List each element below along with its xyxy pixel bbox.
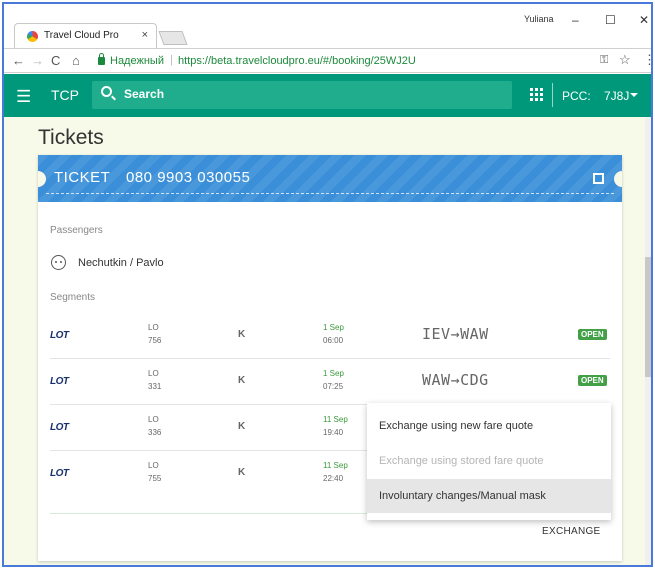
segment-row: LOT LO 331 K 1 Sep 07:25 WAW→CDG OPEN [50,359,610,405]
menu-dots-icon[interactable]: ⋮ [643,52,651,68]
key-icon[interactable]: ⚿ [600,54,608,67]
segment-date: 11 Sep [323,461,348,470]
chevron-down-icon[interactable] [630,93,638,97]
status-badge: OPEN [578,375,607,386]
profile-name[interactable]: Yuliana [524,14,554,24]
browser-titlebar: Travel Cloud Pro × Yuliana – ☐ ✕ [4,4,651,48]
lot-logo: LOT [50,330,69,341]
secure-label[interactable]: Надежный [110,55,164,67]
segment-date: 1 Sep [323,369,344,378]
booking-class: K [238,467,246,478]
exchange-menu: Exchange using new fare quote Exchange u… [367,403,611,520]
ticket-perforation [46,193,614,194]
carrier-code: LO [148,415,159,424]
browser-window: Travel Cloud Pro × Yuliana – ☐ ✕ ← → C ⌂… [2,2,653,567]
segment-time: 07:25 [323,382,344,391]
url-input[interactable]: https://beta.travelcloudpro.eu/#/booking… [178,55,416,67]
menu-item-exchange-new-fare-quote[interactable]: Exchange using new fare quote [367,409,611,443]
segment-date: 11 Sep [323,415,348,424]
fullscreen-icon[interactable] [593,173,604,184]
lot-logo: LOT [50,468,69,479]
app-toolbar: ☰ TCP Search PCC: 7J8J [4,74,651,117]
route: IEV→WAW [422,325,489,343]
tab-close-icon[interactable]: × [142,29,148,41]
lock-icon[interactable] [98,53,105,65]
ticket-notch-left [38,171,46,187]
ticket-header: TICKET 080 9903 030055 [38,155,622,202]
search-icon [101,86,112,97]
star-icon[interactable]: ☆ [619,52,631,68]
ticket-notch-right [614,171,622,187]
flight-number: 336 [148,428,162,437]
route: WAW→CDG [422,371,489,389]
maximize-button[interactable]: ☐ [605,13,616,27]
status-badge: OPEN [578,329,607,340]
apps-grid-icon[interactable] [530,88,543,101]
segment-time: 22:40 [323,474,344,483]
hamburger-menu-icon[interactable]: ☰ [16,87,31,107]
face-icon [51,255,66,270]
menu-item-involuntary-changes[interactable]: Involuntary changes/Manual mask [367,479,611,513]
flight-number: 755 [148,474,162,483]
booking-class: K [238,421,246,432]
segment-date: 1 Sep [323,323,344,332]
carrier-code: LO [148,323,159,332]
search-field[interactable]: Search [92,81,512,109]
browser-tab[interactable]: Travel Cloud Pro × [14,23,157,48]
ticket-label: TICKET [54,169,111,186]
reload-button[interactable]: C [51,53,60,68]
passenger-name: Nechutkin / Pavlo [78,257,164,269]
pcc-select[interactable]: 7J8J [604,89,629,103]
booking-class: K [238,375,246,386]
page-title: Tickets [38,126,104,149]
segments-label: Segments [50,292,96,303]
booking-class: K [238,329,246,340]
url-separator: | [170,54,173,66]
pcc-label: PCC: [562,89,591,103]
menu-item-exchange-stored-fare-quote: Exchange using stored fare quote [379,455,544,467]
new-tab-button[interactable] [158,31,188,45]
address-bar: ← → C ⌂ Надежный | https://beta.travelcl… [4,48,651,73]
home-button[interactable]: ⌂ [72,53,80,68]
lot-logo: LOT [50,422,69,433]
scrollbar[interactable] [645,117,651,565]
search-input[interactable]: Search [124,87,164,101]
flight-number: 756 [148,336,162,345]
tab-title: Travel Cloud Pro [44,30,119,41]
chrome-favicon-icon [27,31,38,42]
toolbar-divider [552,83,553,107]
segment-time: 19:40 [323,428,344,437]
exchange-button[interactable]: EXCHANGE [542,526,601,537]
ticket-number: 080 9903 030055 [126,169,251,186]
close-window-button[interactable]: ✕ [639,13,649,27]
scrollbar-thumb[interactable] [645,257,651,377]
app-title[interactable]: TCP [51,87,79,103]
carrier-code: LO [148,461,159,470]
minimize-button[interactable]: – [572,13,579,27]
passengers-label: Passengers [50,225,103,236]
back-button[interactable]: ← [12,53,25,68]
forward-button[interactable]: → [31,53,44,68]
lot-logo: LOT [50,376,69,387]
flight-number: 331 [148,382,162,391]
segment-time: 06:00 [323,336,344,345]
segment-row: LOT LO 756 K 1 Sep 06:00 IEV→WAW OPEN [50,313,610,359]
carrier-code: LO [148,369,159,378]
